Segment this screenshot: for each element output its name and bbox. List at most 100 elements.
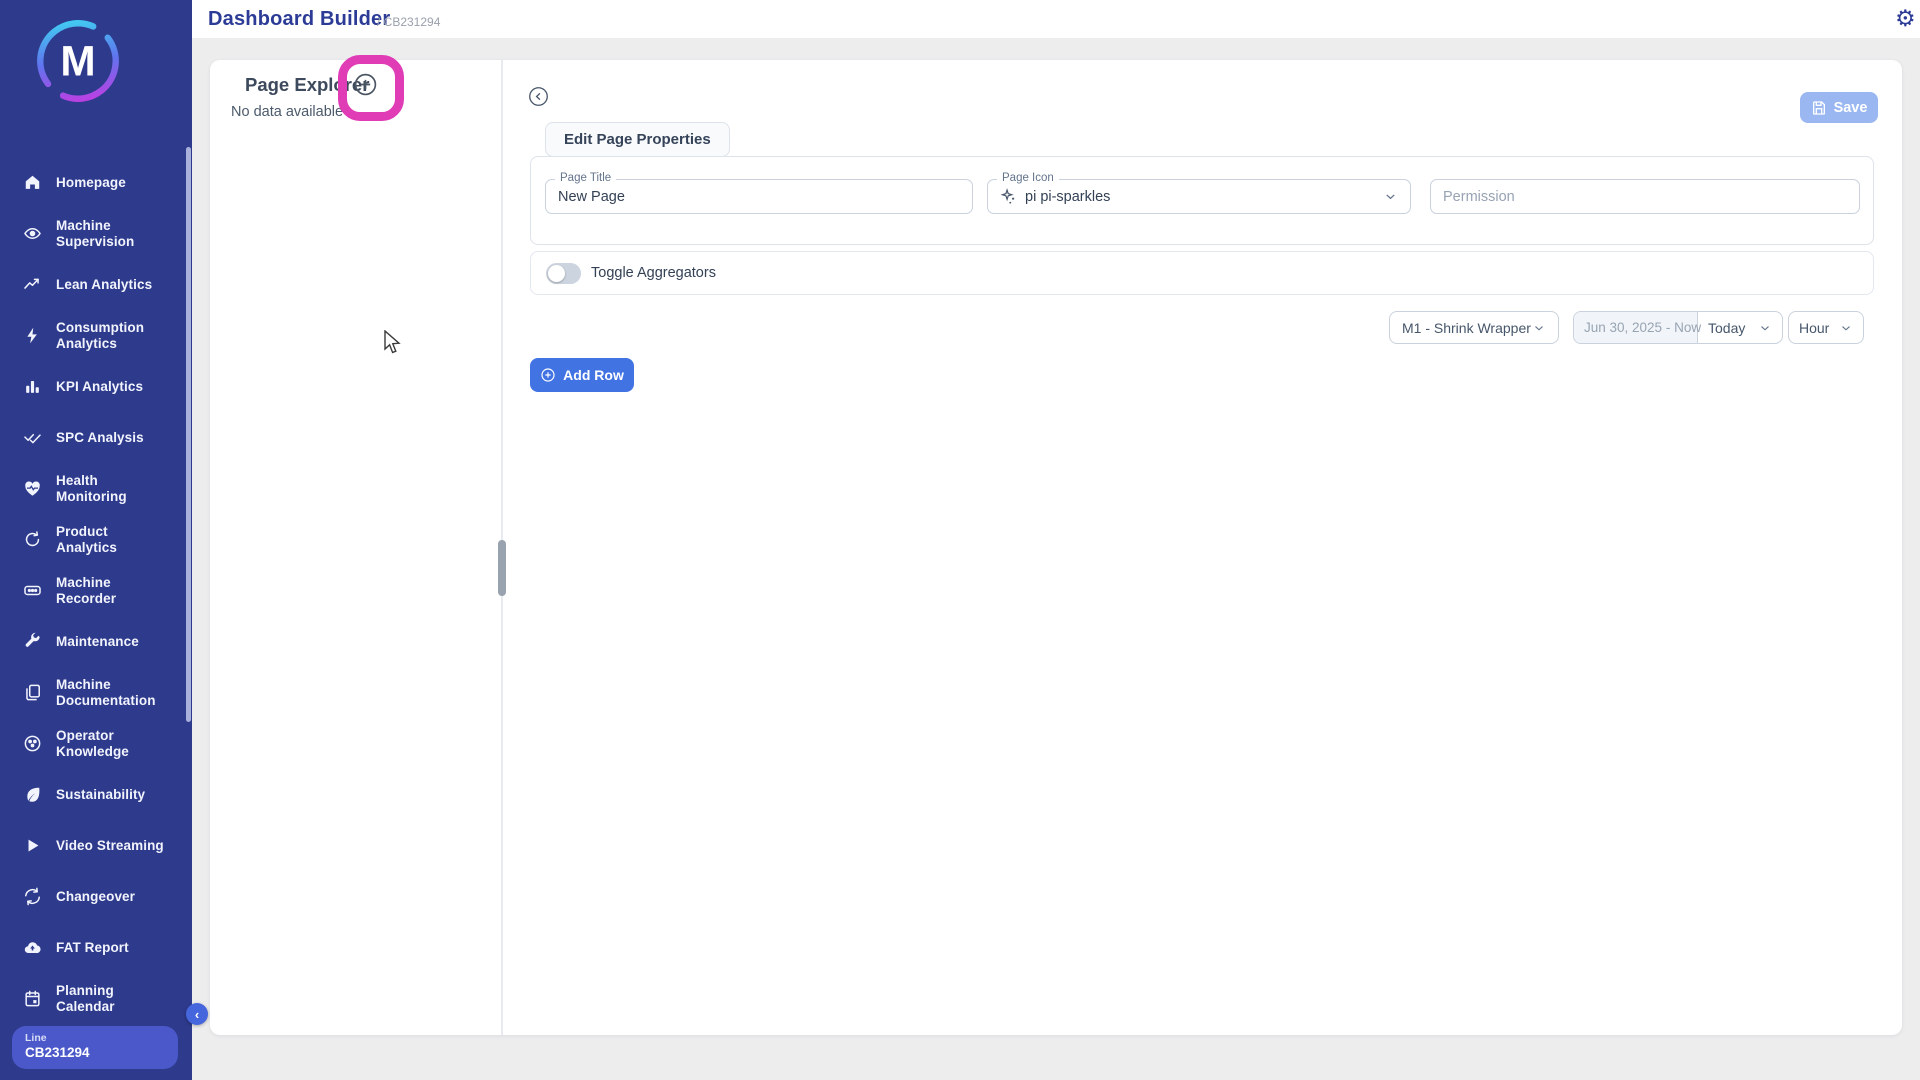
toggle-aggregators-label: Toggle Aggregators bbox=[591, 265, 716, 281]
sidebar-item-health-monitoring[interactable]: Health Monitoring bbox=[0, 463, 192, 514]
sidebar-item-label: Sustainability bbox=[56, 786, 146, 802]
settings-gear-icon[interactable]: ⚙ bbox=[1895, 5, 1916, 33]
docs-icon bbox=[22, 683, 42, 703]
sidebar-item-consumption-analytics[interactable]: Consumption Analytics bbox=[0, 310, 192, 361]
sidebar-item-sustainability[interactable]: Sustainability bbox=[0, 769, 192, 820]
sidebar-item-operator-knowledge[interactable]: Operator Knowledge bbox=[0, 718, 192, 769]
toggle-knob bbox=[548, 264, 565, 282]
date-range-group: Jun 30, 2025 - Now Today bbox=[1573, 311, 1783, 344]
date-range-input[interactable]: Jun 30, 2025 - Now bbox=[1574, 312, 1701, 343]
chevron-down-icon bbox=[1839, 321, 1853, 335]
sidebar-item-maintenance[interactable]: Maintenance bbox=[0, 616, 192, 667]
add-page-button[interactable] bbox=[353, 72, 378, 97]
sidebar-item-label: FAT Report bbox=[56, 939, 129, 955]
page-icon-label: Page Icon bbox=[997, 172, 1059, 184]
eye-icon bbox=[22, 224, 42, 244]
sidebar-item-label: Product Analytics bbox=[56, 523, 117, 555]
machine-select[interactable]: M1 - Shrink Wrapper bbox=[1389, 311, 1559, 344]
date-preset-select[interactable]: Today bbox=[1698, 312, 1782, 343]
sidebar: M Homepage Machine Supervision Lean Analyt… bbox=[0, 0, 192, 1080]
granularity-select[interactable]: Hour bbox=[1788, 311, 1864, 344]
toggle-aggregators-switch[interactable] bbox=[546, 262, 581, 284]
sidebar-collapse-button[interactable]: ‹ bbox=[186, 1003, 208, 1025]
granularity-value: Hour bbox=[1799, 319, 1830, 336]
home-icon bbox=[22, 173, 42, 193]
sidebar-item-homepage[interactable]: Homepage bbox=[0, 157, 192, 208]
page-icon-value: pi pi-sparkles bbox=[1025, 188, 1111, 205]
tab-label: Edit Page Properties bbox=[564, 131, 711, 148]
bolt-icon bbox=[22, 326, 42, 346]
sidebar-item-changeover[interactable]: Changeover bbox=[0, 871, 192, 922]
logo-letter: M bbox=[60, 38, 95, 85]
save-button[interactable]: Save bbox=[1800, 92, 1878, 123]
heart-icon bbox=[22, 479, 42, 499]
sidebar-item-label: Maintenance bbox=[56, 633, 139, 649]
sidebar-item-machine-recorder[interactable]: Machine Recorder bbox=[0, 565, 192, 616]
sidebar-item-label: Machine Supervision bbox=[56, 217, 135, 249]
page-title-field[interactable]: Page Title bbox=[545, 172, 973, 214]
sidebar-item-label: Lean Analytics bbox=[56, 276, 153, 292]
back-button[interactable] bbox=[528, 86, 549, 107]
refresh-icon bbox=[22, 530, 42, 550]
toggle-aggregators-row: Toggle Aggregators bbox=[530, 251, 1874, 295]
bars-icon bbox=[22, 377, 42, 397]
sidebar-item-label: Consumption Analytics bbox=[56, 319, 145, 351]
wrench-icon bbox=[22, 632, 42, 652]
page-icon-select[interactable]: Page Icon pi pi-sparkles bbox=[987, 172, 1411, 214]
page-explorer-empty-text: No data available bbox=[231, 104, 344, 120]
sidebar-item-machine-supervision[interactable]: Machine Supervision bbox=[0, 208, 192, 259]
operator-icon bbox=[22, 734, 42, 754]
date-preset-value: Today bbox=[1708, 319, 1746, 336]
sidebar-item-product-analytics[interactable]: Product Analytics bbox=[0, 514, 192, 565]
sidebar-item-video-streaming[interactable]: Video Streaming bbox=[0, 820, 192, 871]
sidebar-nav: Homepage Machine Supervision Lean Analytic… bbox=[0, 157, 192, 1024]
breadcrumb: / CB231294 bbox=[377, 15, 441, 29]
page-title-label: Page Title bbox=[555, 172, 617, 184]
changeover-icon bbox=[22, 887, 42, 907]
plus-circle-icon bbox=[354, 73, 377, 96]
chevron-down-icon bbox=[1758, 321, 1772, 335]
main-content-card: Page Explorer No data available Save Edi… bbox=[210, 55, 1902, 1035]
line-badge-label: Line bbox=[25, 1032, 47, 1044]
leaf-icon bbox=[22, 785, 42, 805]
page-title-input[interactable] bbox=[546, 180, 972, 213]
sidebar-item-spc-analysis[interactable]: SPC Analysis bbox=[0, 412, 192, 463]
sidebar-item-planning-calendar[interactable]: Planning Calendar bbox=[0, 973, 192, 1024]
checks-icon bbox=[22, 428, 42, 448]
save-button-label: Save bbox=[1833, 99, 1868, 116]
sidebar-item-lean-analytics[interactable]: Lean Analytics bbox=[0, 259, 192, 310]
sidebar-item-label: KPI Analytics bbox=[56, 378, 144, 394]
tab-edit-page-properties[interactable]: Edit Page Properties bbox=[545, 122, 730, 157]
top-header: Dashboard Builder / CB231294 ⚙ bbox=[0, 0, 1920, 38]
page-title: Dashboard Builder bbox=[208, 8, 391, 30]
sidebar-item-fat-report[interactable]: FAT Report bbox=[0, 922, 192, 973]
chevron-left-circle-icon bbox=[529, 87, 548, 106]
sidebar-item-machine-documentation[interactable]: Machine Documentation bbox=[0, 667, 192, 718]
dashboard-builder-app: Dashboard Builder / CB231294 ⚙ Page Expl… bbox=[0, 0, 1920, 1080]
recorder-icon bbox=[22, 581, 42, 601]
sidebar-item-label: Machine Documentation bbox=[56, 676, 156, 708]
page-explorer-title: Page Explorer bbox=[245, 74, 370, 95]
permission-field[interactable] bbox=[1430, 179, 1860, 214]
sparkles-icon bbox=[1000, 188, 1015, 204]
permission-input[interactable] bbox=[1431, 180, 1859, 213]
line-badge-value: CB231294 bbox=[25, 1045, 90, 1060]
chevron-down-icon bbox=[1383, 189, 1398, 204]
save-floppy-icon bbox=[1812, 100, 1825, 115]
plus-circle-icon bbox=[541, 368, 555, 382]
cloud-icon bbox=[22, 938, 42, 958]
sidebar-item-label: Machine Recorder bbox=[56, 574, 117, 606]
sidebar-item-kpi-analytics[interactable]: KPI Analytics bbox=[0, 361, 192, 412]
splitter-handle[interactable] bbox=[498, 540, 506, 596]
calendar-icon bbox=[22, 989, 42, 1009]
machine-select-value: M1 - Shrink Wrapper bbox=[1402, 319, 1531, 336]
add-row-button[interactable]: Add Row bbox=[530, 358, 634, 392]
sidebar-item-label: Homepage bbox=[56, 174, 126, 190]
play-icon bbox=[22, 836, 42, 856]
chevron-down-icon bbox=[1532, 321, 1546, 335]
add-row-label: Add Row bbox=[563, 367, 624, 383]
sidebar-item-label: Health Monitoring bbox=[56, 472, 127, 504]
line-selector-badge[interactable]: Line CB231294 bbox=[12, 1026, 178, 1069]
sidebar-item-label: Planning Calendar bbox=[56, 982, 115, 1014]
app-logo[interactable]: M bbox=[32, 15, 124, 107]
